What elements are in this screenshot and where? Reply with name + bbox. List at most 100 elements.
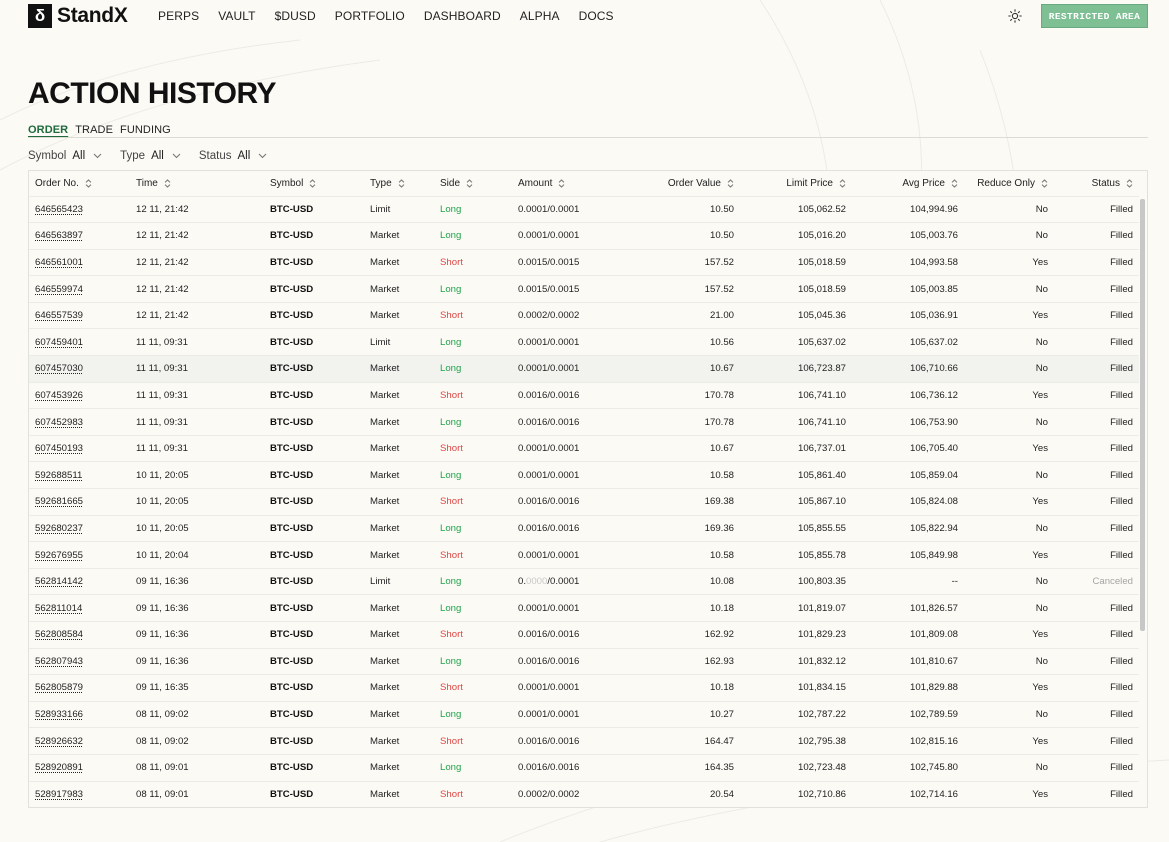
sort-icon[interactable]	[1041, 178, 1048, 188]
cell-order-no[interactable]: 528920891	[29, 753, 130, 782]
sort-icon[interactable]	[951, 178, 958, 188]
filter-status[interactable]: Status All	[199, 150, 267, 162]
order-number-link[interactable]: 562807943	[35, 656, 83, 667]
sort-icon[interactable]	[85, 178, 92, 188]
cell-order-no[interactable]: 592681665	[29, 488, 130, 516]
table-row[interactable]: 528926632 08 11, 09:02 BTC-USD Market Short 0…	[29, 727, 1139, 755]
order-number-link[interactable]: 646557539	[35, 310, 83, 321]
order-number-link[interactable]: 607459401	[35, 337, 83, 348]
order-number-link[interactable]: 528917983	[35, 789, 83, 800]
table-row[interactable]: 646557539 12 11, 21:42 BTC-USD Market Short 0…	[29, 301, 1139, 329]
order-number-link[interactable]: 646559974	[35, 284, 83, 295]
order-number-link[interactable]: 592680237	[35, 523, 83, 534]
order-number-link[interactable]: 528926632	[35, 736, 83, 747]
column-header-status[interactable]: Status	[1054, 171, 1139, 196]
order-number-link[interactable]: 562811014	[35, 603, 82, 614]
column-header-side[interactable]: Side	[434, 171, 512, 196]
table-row[interactable]: 562814142 09 11, 16:36 BTC-USD Limit Long 0.0…	[29, 567, 1139, 595]
table-row[interactable]: 562805879 09 11, 16:35 BTC-USD Market Short 0…	[29, 674, 1139, 702]
column-header-avg-price[interactable]: Avg Price	[852, 171, 964, 196]
cell-order-no[interactable]: 646561001	[29, 248, 130, 276]
table-row[interactable]: 646559974 12 11, 21:42 BTC-USD Market Long 0.…	[29, 275, 1139, 303]
cell-order-no[interactable]: 607459401	[29, 328, 130, 356]
order-number-link[interactable]: 562808584	[35, 629, 83, 640]
cell-order-no[interactable]: 562805879	[29, 674, 130, 702]
order-number-link[interactable]: 607450193	[35, 443, 83, 454]
table-row[interactable]: 646561001 12 11, 21:42 BTC-USD Market Short 0…	[29, 248, 1139, 276]
sort-icon[interactable]	[398, 178, 405, 188]
table-row[interactable]: 646563897 12 11, 21:42 BTC-USD Market Long 0.…	[29, 222, 1139, 250]
nav-perps[interactable]: PERPS	[158, 9, 199, 23]
cell-order-no[interactable]: 646557539	[29, 301, 130, 329]
order-number-link[interactable]: 607453926	[35, 390, 83, 401]
table-row[interactable]: 592681665 10 11, 20:05 BTC-USD Market Short 0…	[29, 488, 1139, 516]
column-header-amount[interactable]: Amount	[512, 171, 630, 196]
restricted-area-button[interactable]: RESTRICTED AREA	[1041, 4, 1148, 28]
filter-type[interactable]: Type All	[120, 150, 181, 162]
cell-order-no[interactable]: 562814142	[29, 567, 130, 595]
order-number-link[interactable]: 562814142	[35, 576, 83, 587]
order-number-link[interactable]: 528920891	[35, 762, 83, 773]
cell-order-no[interactable]: 528926632	[29, 727, 130, 755]
order-number-link[interactable]: 562805879	[35, 682, 83, 693]
cell-order-no[interactable]: 607452983	[29, 408, 130, 436]
table-row[interactable]: 607452983 11 11, 09:31 BTC-USD Market Long 0.…	[29, 408, 1139, 436]
column-header-limit-price[interactable]: Limit Price	[740, 171, 852, 196]
sort-icon[interactable]	[164, 178, 171, 188]
cell-order-no[interactable]: 592688511	[29, 461, 130, 489]
nav-alpha[interactable]: ALPHA	[520, 9, 560, 23]
table-row[interactable]: 607453926 11 11, 09:31 BTC-USD Market Short 0…	[29, 381, 1139, 409]
table-row[interactable]: 592680237 10 11, 20:05 BTC-USD Market Long 0.…	[29, 514, 1139, 542]
theme-toggle-button[interactable]	[1006, 7, 1024, 25]
table-row[interactable]: 562807943 09 11, 16:36 BTC-USD Market Long 0.…	[29, 647, 1139, 675]
order-number-link[interactable]: 592688511	[35, 470, 82, 481]
nav-dashboard[interactable]: DASHBOARD	[424, 9, 501, 23]
table-row[interactable]: 592688511 10 11, 20:05 BTC-USD Market Long 0.…	[29, 461, 1139, 489]
table-scrollbar[interactable]	[1140, 199, 1145, 631]
order-number-link[interactable]: 646561001	[35, 257, 83, 268]
order-number-link[interactable]: 528933166	[35, 709, 83, 720]
cell-order-no[interactable]: 528933166	[29, 700, 130, 728]
column-header-time[interactable]: Time	[130, 171, 264, 196]
table-row[interactable]: 562808584 09 11, 16:36 BTC-USD Market Short 0…	[29, 621, 1139, 649]
nav-vault[interactable]: VAULT	[218, 9, 255, 23]
table-row[interactable]: 528920891 08 11, 09:01 BTC-USD Market Long 0.…	[29, 753, 1139, 782]
order-number-link[interactable]: 646563897	[35, 230, 83, 241]
cell-order-no[interactable]: 646563897	[29, 222, 130, 250]
cell-order-no[interactable]: 607453926	[29, 381, 130, 409]
tab-funding[interactable]: FUNDING	[120, 124, 171, 136]
tab-order[interactable]: ORDER	[28, 124, 68, 136]
table-row[interactable]: 646565423 12 11, 21:42 BTC-USD Limit Long 0.0…	[29, 195, 1139, 223]
nav-portfolio[interactable]: PORTFOLIO	[335, 9, 405, 23]
sort-icon[interactable]	[466, 178, 473, 188]
tab-trade[interactable]: TRADE	[75, 124, 113, 136]
cell-order-no[interactable]: 607450193	[29, 434, 130, 462]
sort-icon[interactable]	[558, 178, 565, 188]
cell-order-no[interactable]: 646565423	[29, 195, 130, 223]
filter-symbol[interactable]: Symbol All	[28, 150, 102, 162]
column-header-reduce-only[interactable]: Reduce Only	[964, 171, 1054, 196]
nav-dusd[interactable]: $DUSD	[275, 9, 316, 23]
table-row[interactable]: 607459401 11 11, 09:31 BTC-USD Limit Long 0.0…	[29, 328, 1139, 356]
column-header-type[interactable]: Type	[364, 171, 434, 196]
sort-icon[interactable]	[309, 178, 316, 188]
table-row[interactable]: 562811014 09 11, 16:36 BTC-USD Market Long 0.…	[29, 594, 1139, 622]
order-number-link[interactable]: 607452983	[35, 417, 83, 428]
order-number-link[interactable]: 592676955	[35, 550, 83, 561]
column-header-order-value[interactable]: Order Value	[630, 171, 740, 196]
order-number-link[interactable]: 646565423	[35, 204, 83, 215]
table-row[interactable]: 528917983 08 11, 09:01 BTC-USD Market Short 0…	[29, 780, 1139, 807]
cell-order-no[interactable]: 528917983	[29, 780, 130, 807]
table-row[interactable]: 592676955 10 11, 20:04 BTC-USD Market Short 0…	[29, 541, 1139, 569]
cell-order-no[interactable]: 562807943	[29, 647, 130, 675]
column-header-symbol[interactable]: Symbol	[264, 171, 364, 196]
order-number-link[interactable]: 607457030	[35, 363, 83, 374]
cell-order-no[interactable]: 592676955	[29, 541, 130, 569]
cell-order-no[interactable]: 562811014	[29, 594, 130, 622]
sort-icon[interactable]	[839, 178, 846, 188]
brand-logo[interactable]: δ StandX	[28, 4, 128, 28]
cell-order-no[interactable]: 562808584	[29, 621, 130, 649]
cell-order-no[interactable]: 592680237	[29, 514, 130, 542]
sort-icon[interactable]	[1126, 178, 1133, 188]
nav-docs[interactable]: DOCS	[579, 9, 614, 23]
